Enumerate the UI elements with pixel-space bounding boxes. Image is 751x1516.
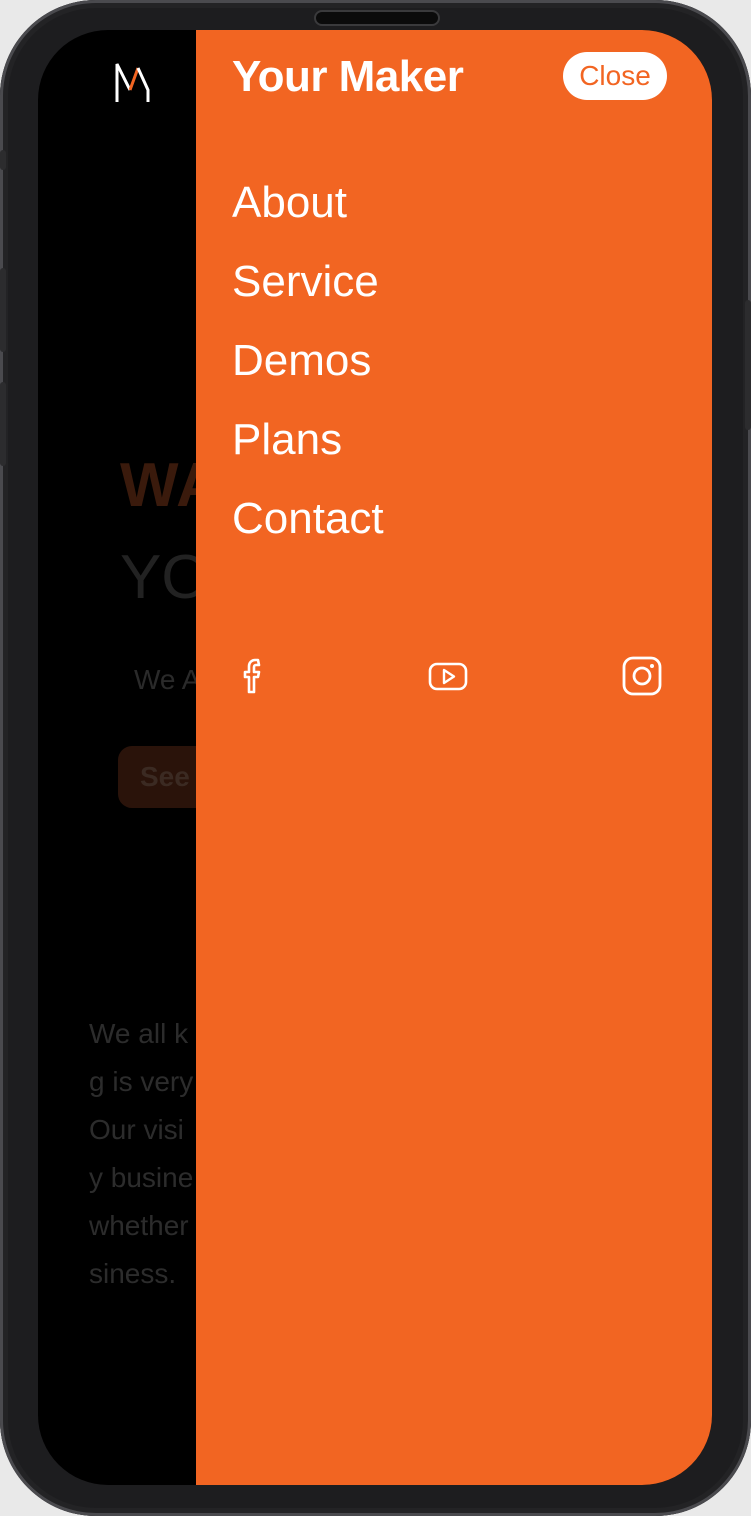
nav-menu: About Service Demos Plans Contact: [232, 174, 384, 569]
nav-item-contact[interactable]: Contact: [232, 490, 384, 569]
facebook-icon[interactable]: [232, 654, 276, 698]
about-line: Our visi: [89, 1114, 184, 1145]
about-line: g is very: [89, 1066, 194, 1097]
about-line: y busine: [89, 1162, 194, 1193]
phone-side-button: [745, 300, 751, 430]
nav-item-demos[interactable]: Demos: [232, 332, 384, 411]
close-button[interactable]: Close: [563, 52, 667, 100]
instagram-icon[interactable]: [620, 654, 664, 698]
drawer-brand-title: Your Maker: [232, 52, 464, 101]
nav-item-service[interactable]: Service: [232, 253, 384, 332]
phone-frame: WA YO We A See We all k g is very Our vi…: [0, 0, 751, 1516]
hero-description: We A: [134, 664, 201, 695]
nav-drawer: Your Maker Close About Service Demos Pla…: [196, 30, 712, 1485]
nav-item-about[interactable]: About: [232, 174, 384, 253]
phone-notch: [316, 12, 438, 24]
about-line: We all k: [89, 1018, 189, 1049]
site-logo-icon[interactable]: [114, 60, 154, 104]
nav-item-plans[interactable]: Plans: [232, 411, 384, 490]
phone-side-button: [0, 150, 6, 170]
youtube-icon[interactable]: [426, 654, 470, 698]
phone-screen: WA YO We A See We all k g is very Our vi…: [38, 30, 712, 1485]
phone-side-button: [0, 382, 6, 466]
about-line: whether: [89, 1210, 189, 1241]
phone-side-button: [0, 268, 6, 352]
about-text: We all k g is very Our visi y busine whe…: [89, 1010, 193, 1298]
about-line: siness.: [89, 1258, 177, 1289]
